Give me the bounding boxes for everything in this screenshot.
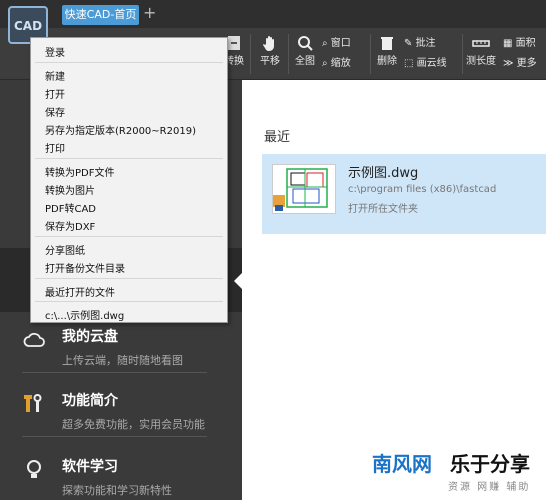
menu-separator xyxy=(35,236,223,237)
cloud-icon xyxy=(23,332,45,347)
window-zoom-button[interactable]: ⌕ 窗口 xyxy=(322,34,364,49)
area-button[interactable]: ▦ 面积 xyxy=(503,34,543,49)
ribbon-separator xyxy=(370,34,371,74)
recent-heading: 最近 xyxy=(264,130,291,145)
magnifier-icon: ⌕ xyxy=(322,38,331,49)
menu-item-share[interactable]: 分享图纸 xyxy=(45,242,85,257)
menu-item-save[interactable]: 保存 xyxy=(45,104,65,119)
menu-item-login[interactable]: 登录 xyxy=(45,44,65,59)
cloud-disk-item[interactable]: 我的云盘 上传云端，随时随地看图 xyxy=(22,326,232,368)
menu-separator xyxy=(35,301,223,302)
more-icon: ≫ xyxy=(503,58,517,69)
recent-file-card[interactable]: 示例图.dwg c:\program files (x86)\fastcad 打… xyxy=(262,154,546,234)
measure-length-button[interactable]: 测长度 xyxy=(466,34,496,67)
watermark-tagline: 资源 网赚 辅助 xyxy=(448,482,531,493)
more-button[interactable]: ≫ 更多 xyxy=(503,54,543,69)
ruler-icon xyxy=(472,40,490,47)
file-menu: 登录 新建 打开 保存 另存为指定版本(R2000~R2019) 打印 转换为P… xyxy=(30,37,228,323)
zoom-icon: ⌕ xyxy=(322,58,331,69)
file-thumbnail xyxy=(272,164,336,214)
hand-icon xyxy=(263,36,274,51)
features-item[interactable]: 功能简介 超多免费功能，实用会员功能 xyxy=(22,390,232,432)
panel-pointer-arrow xyxy=(234,272,243,290)
divider xyxy=(22,372,207,373)
lightbulb-icon xyxy=(27,460,41,478)
ribbon-separator xyxy=(462,34,463,74)
menu-separator xyxy=(35,158,223,159)
tab-home[interactable]: 快速CAD-首页 xyxy=(62,5,139,25)
annotate-button[interactable]: ✎ 批注 xyxy=(404,34,454,49)
menu-item-save-dxf[interactable]: 保存为DXF xyxy=(45,218,95,233)
menu-item-new[interactable]: 新建 xyxy=(45,68,65,83)
ribbon-separator xyxy=(288,34,289,74)
main-content: 最近 示例图.dwg c:\program files (x86)\fastca… xyxy=(242,80,546,500)
file-name: 示例图.dwg xyxy=(348,166,419,181)
open-folder-link[interactable]: 打开所在文件夹 xyxy=(348,200,418,215)
zoom-button[interactable]: ⌕ 缩放 xyxy=(322,54,364,69)
pan-button[interactable]: 平移 xyxy=(258,34,282,67)
menu-item-convert-pdf[interactable]: 转换为PDF文件 xyxy=(45,164,114,179)
add-tab-button[interactable]: + xyxy=(143,3,156,22)
pen-icon: ✎ xyxy=(404,38,416,49)
ribbon-separator xyxy=(250,34,251,74)
menu-item-print[interactable]: 打印 xyxy=(45,140,65,155)
menu-separator xyxy=(35,278,223,279)
file-path: c:\program files (x86)\fastcad xyxy=(348,184,497,195)
menu-item-pdf-to-cad[interactable]: PDF转CAD xyxy=(45,200,96,215)
menu-item-backup-dir[interactable]: 打开备份文件目录 xyxy=(45,260,125,275)
learning-item[interactable]: 软件学习 探索功能和学习新特性 xyxy=(22,456,232,498)
cloud-line-button[interactable]: ⬚ 画云线 xyxy=(404,54,458,69)
watermark-brand: 南风网 xyxy=(372,452,432,476)
fullview-button[interactable]: 全图 xyxy=(294,34,316,67)
title-bar: 快速CAD-首页 + xyxy=(0,0,546,28)
tools-icon xyxy=(24,394,42,412)
watermark-slogan: 乐于分享 xyxy=(450,452,530,476)
menu-item-save-as-version[interactable]: 另存为指定版本(R2000~R2019) xyxy=(45,122,196,137)
menu-item-recent-file-1[interactable]: c:\...\示例图.dwg xyxy=(45,307,124,322)
divider xyxy=(22,436,207,437)
delete-button[interactable]: 删除 xyxy=(376,34,398,67)
trash-icon xyxy=(381,37,393,50)
menu-item-open[interactable]: 打开 xyxy=(45,86,65,101)
cloud-line-icon: ⬚ xyxy=(404,58,417,69)
menu-item-recent-files[interactable]: 最近打开的文件 xyxy=(45,284,115,299)
menu-item-convert-image[interactable]: 转换为图片 xyxy=(45,182,95,197)
zoom-extents-icon xyxy=(298,36,313,51)
menu-separator xyxy=(35,62,223,63)
area-icon: ▦ xyxy=(503,38,516,49)
